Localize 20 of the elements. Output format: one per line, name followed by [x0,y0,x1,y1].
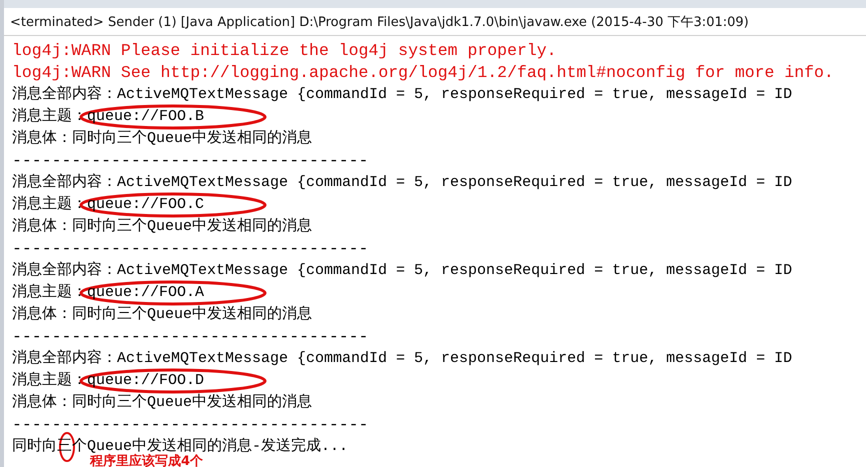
console-line: 消息全部内容：ActiveMQTextMessage {commandId = 5, responseRequired = true, messageId = ID [12,260,794,281]
separator-line: ------------------------------------ [12,238,370,260]
annotation-text: 程序里应该写成4个 [90,453,204,467]
console-line: 消息体：同时向三个Queue中发送相同的消息 [12,392,314,413]
console-line: 消息全部内容：ActiveMQTextMessage {commandId = 5, responseRequired = true, messageId = ID [12,172,794,193]
console-line: 消息主题：queue://FOO.A [12,282,206,303]
console-header: <terminated> Sender (1) [Java Application] D:\Program Files\Java\jdk1.7.0\bin\javaw.exe (2015-4-30 下午3:01:09) [4,8,866,36]
separator-line: ------------------------------------ [12,150,370,172]
log-warning-line: log4j:WARN Please initialize the log4j system properly. [12,40,558,62]
separator-line: ------------------------------------ [12,326,370,348]
console-line: 消息主题：queue://FOO.C [12,194,206,215]
log-warning-line: log4j:WARN See http://logging.apache.org/log4j/1.2/faq.html#noconfig for more info. [12,62,835,84]
separator-line: ------------------------------------ [12,414,370,436]
console-line: 消息全部内容：ActiveMQTextMessage {commandId = 5, responseRequired = true, messageId = ID [12,348,794,369]
console-line: 消息体：同时向三个Queue中发送相同的消息 [12,304,314,325]
console-line: 消息体：同时向三个Queue中发送相同的消息 [12,128,314,149]
console-line: 消息主题：queue://FOO.D [12,370,206,391]
console-line: 消息主题：queue://FOO.B [12,106,206,127]
console-line: 消息体：同时向三个Queue中发送相同的消息 [12,216,314,237]
console-line: 消息全部内容：ActiveMQTextMessage {commandId = 5, responseRequired = true, messageId = ID [12,84,794,105]
